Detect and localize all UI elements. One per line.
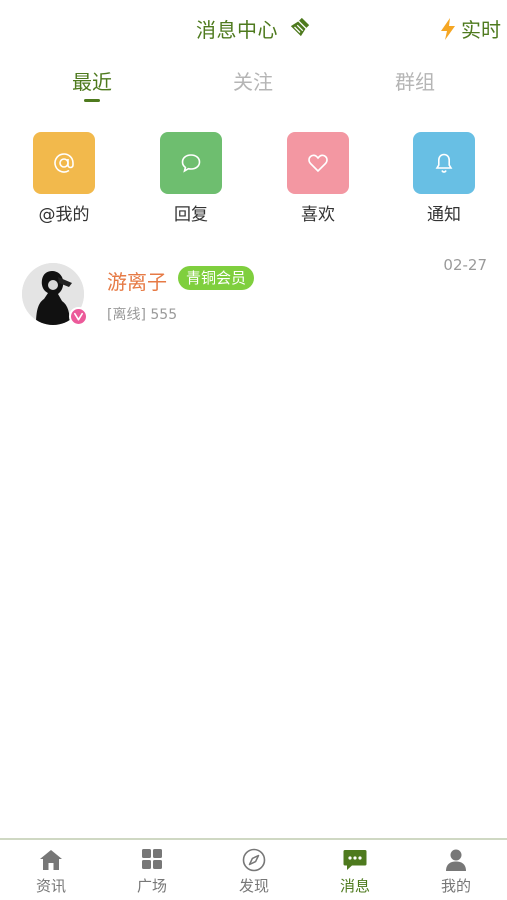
clear-broom-icon[interactable] <box>289 16 311 38</box>
category-tile <box>160 132 222 194</box>
category-likes[interactable]: 喜欢 <box>287 132 349 225</box>
category-tile <box>287 132 349 194</box>
category-label: @我的 <box>38 205 90 225</box>
user-icon <box>446 849 466 871</box>
category-notifications[interactable]: 通知 <box>413 132 475 225</box>
message-preview: [离线] 555 <box>107 307 178 323</box>
compass-icon <box>242 848 266 872</box>
home-icon <box>40 850 62 870</box>
tab-groups[interactable]: 群组 <box>395 66 435 95</box>
nav-square[interactable]: 广场 <box>122 848 182 896</box>
active-tab-indicator <box>84 99 100 102</box>
bell-icon <box>435 153 453 173</box>
chat-bubble-icon <box>181 154 201 173</box>
category-label: 喜欢 <box>301 205 335 225</box>
nav-label: 广场 <box>136 877 167 895</box>
at-icon <box>54 153 74 173</box>
lightning-icon <box>441 17 455 40</box>
contact-name: 游离子 <box>107 270 167 294</box>
bottom-nav: 资讯 广场 发现 消息 我的 <box>0 838 507 900</box>
verified-v-icon <box>69 307 88 326</box>
page-title: 消息中心 <box>196 18 278 42</box>
nav-profile[interactable]: 我的 <box>426 848 486 896</box>
category-tile <box>413 132 475 194</box>
heart-icon <box>308 154 328 173</box>
nav-news[interactable]: 资讯 <box>21 848 81 896</box>
category-label: 回复 <box>174 205 208 225</box>
top-bar: 消息中心 实时 <box>0 0 507 54</box>
tab-following[interactable]: 关注 <box>233 66 273 95</box>
category-label: 通知 <box>427 205 461 225</box>
message-icon <box>343 850 367 870</box>
realtime-button[interactable]: 实时 <box>439 14 501 43</box>
nav-label: 我的 <box>440 877 471 895</box>
tab-bar: 最近 关注 群组 <box>0 60 507 110</box>
nav-label: 发现 <box>238 877 269 895</box>
tab-recent[interactable]: 最近 <box>72 66 112 95</box>
grid-icon <box>142 849 162 869</box>
conversation-item[interactable]: 游离子 青铜会员 02-27 [离线] 555 <box>0 254 507 334</box>
nav-label: 资讯 <box>35 877 66 895</box>
category-replies[interactable]: 回复 <box>160 132 222 225</box>
nav-messages[interactable]: 消息 <box>325 848 385 896</box>
nav-discover[interactable]: 发现 <box>224 848 284 896</box>
message-categories: @我的 回复 喜欢 通知 <box>0 132 507 228</box>
realtime-label: 实时 <box>461 18 501 42</box>
category-tile <box>33 132 95 194</box>
message-date: 02-27 <box>443 256 487 274</box>
nav-label: 消息 <box>339 877 370 895</box>
member-level-badge: 青铜会员 <box>178 266 255 290</box>
category-mentions[interactable]: @我的 <box>33 132 95 225</box>
